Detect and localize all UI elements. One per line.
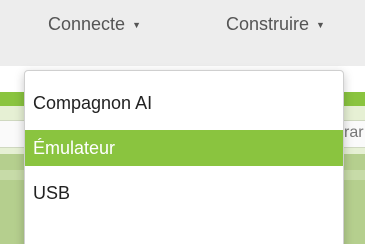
menu-item-usb[interactable]: USB <box>25 175 343 211</box>
menu-item-ai-companion[interactable]: Compagnon AI <box>25 85 343 121</box>
background-fragment-text: rar <box>344 124 364 141</box>
menu-item-emulator[interactable]: Émulateur <box>25 130 343 166</box>
connect-menu-label: Connecte <box>48 14 126 34</box>
caret-down-icon: ▼ <box>316 19 325 30</box>
build-menu-label: Construire <box>226 14 310 34</box>
connect-dropdown-menu: Compagnon AI Émulateur USB <box>24 70 344 244</box>
menu-bar: Connecte ▼ Construire ▼ <box>0 0 365 66</box>
caret-down-icon: ▼ <box>132 19 141 30</box>
build-menu[interactable]: Construire ▼ <box>226 14 325 35</box>
connect-menu[interactable]: Connecte ▼ <box>48 14 141 35</box>
